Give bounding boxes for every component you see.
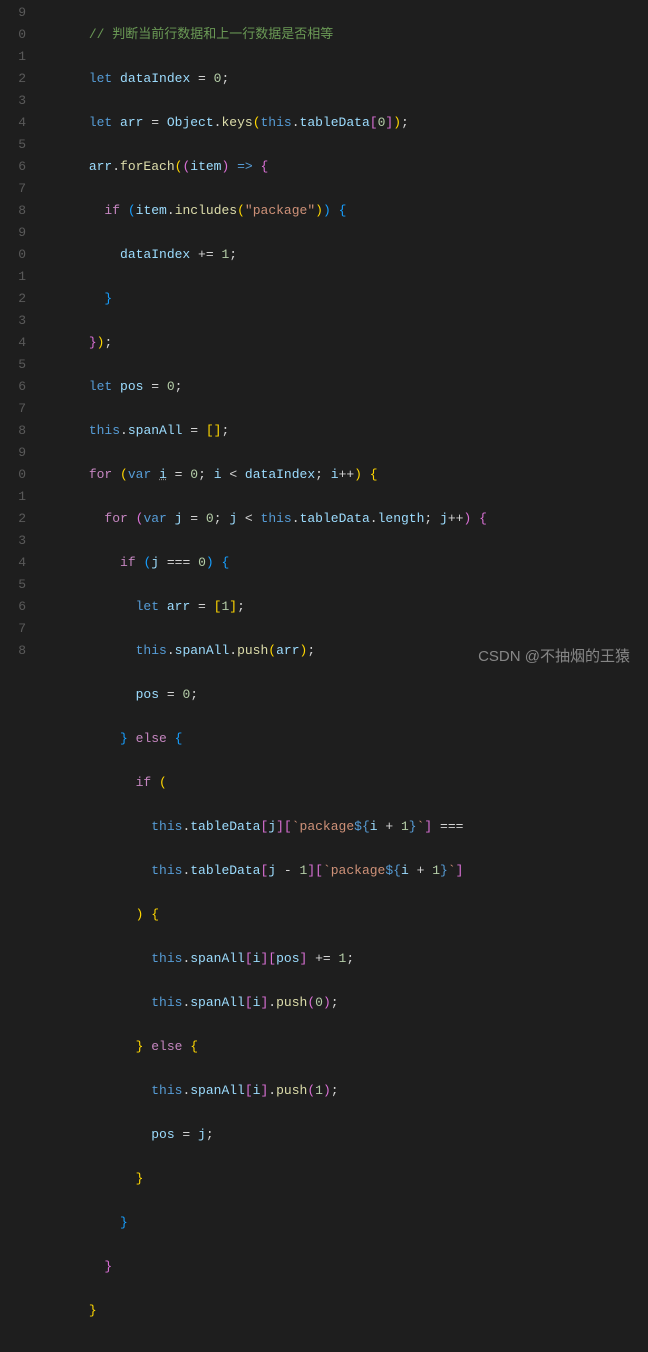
line-number: 4 [0,332,26,354]
line-number: 6 [0,596,26,618]
line-number: 1 [0,486,26,508]
code-line[interactable]: arr.forEach((item) => { [42,156,648,178]
line-number: 9 [0,222,26,244]
line-number: 2 [0,508,26,530]
code-line[interactable]: let pos = 0; [42,376,648,398]
code-line[interactable]: this.spanAll[i].push(0); [42,992,648,1014]
code-line[interactable]: for (var j = 0; j < this.tableData.lengt… [42,508,648,530]
line-number: 5 [0,574,26,596]
code-line[interactable]: this.tableData[j][`package${i + 1}`] === [42,816,648,838]
code-line[interactable]: // 判断当前行数据和上一行数据是否相等 [42,24,648,46]
code-line[interactable]: this.spanAll = []; [42,420,648,442]
code-line[interactable]: } [42,1212,648,1234]
line-number: 9 [0,442,26,464]
code-line[interactable]: this.spanAll[i].push(1); [42,1080,648,1102]
code-line[interactable]: this.tableData[j - 1][`package${i + 1}`] [42,860,648,882]
code-line[interactable]: } [42,1300,648,1322]
line-number: 5 [0,354,26,376]
line-number: 7 [0,178,26,200]
code-line[interactable]: if ( [42,772,648,794]
line-number: 2 [0,288,26,310]
line-number: 4 [0,112,26,134]
code-line[interactable]: } else { [42,1036,648,1058]
code-line[interactable]: this.spanAll.push(arr); [42,640,648,662]
line-number: 3 [0,310,26,332]
line-number: 7 [0,618,26,640]
code-line[interactable]: }); [42,332,648,354]
code-line[interactable]: let dataIndex = 0; [42,68,648,90]
code-line[interactable]: pos = j; [42,1124,648,1146]
code-line[interactable]: for (var i = 0; i < dataIndex; i++) { [42,464,648,486]
code-line[interactable]: } [42,1168,648,1190]
code-line[interactable]: dataIndex += 1; [42,244,648,266]
line-number: 5 [0,134,26,156]
code-line[interactable]: let arr = [1]; [42,596,648,618]
line-number: 4 [0,552,26,574]
code-line[interactable]: if (j === 0) { [42,552,648,574]
code-editor[interactable]: 9 0 1 2 3 4 5 6 7 8 9 0 1 2 3 4 5 6 7 8 … [0,0,648,1352]
line-number: 1 [0,266,26,288]
code-content[interactable]: // 判断当前行数据和上一行数据是否相等 let dataIndex = 0; … [42,2,648,1352]
code-line[interactable]: let arr = Object.keys(this.tableData[0])… [42,112,648,134]
line-number: 8 [0,420,26,442]
code-line[interactable]: } else { [42,728,648,750]
code-line[interactable]: } [42,288,648,310]
code-line[interactable]: this.spanAll[i][pos] += 1; [42,948,648,970]
code-line[interactable]: ) { [42,904,648,926]
line-number: 8 [0,200,26,222]
line-number: 9 [0,2,26,24]
code-line[interactable]: pos = 0; [42,684,648,706]
line-number: 8 [0,640,26,662]
code-line[interactable]: if (item.includes("package")) { [42,200,648,222]
line-number: 6 [0,376,26,398]
line-number-gutter: 9 0 1 2 3 4 5 6 7 8 9 0 1 2 3 4 5 6 7 8 … [0,2,42,1352]
line-number: 1 [0,46,26,68]
line-number: 3 [0,90,26,112]
line-number: 2 [0,68,26,90]
line-number: 0 [0,464,26,486]
line-number: 0 [0,24,26,46]
line-number: 7 [0,398,26,420]
line-number: 6 [0,156,26,178]
line-number: 0 [0,244,26,266]
line-number: 3 [0,530,26,552]
code-line[interactable]: } [42,1256,648,1278]
